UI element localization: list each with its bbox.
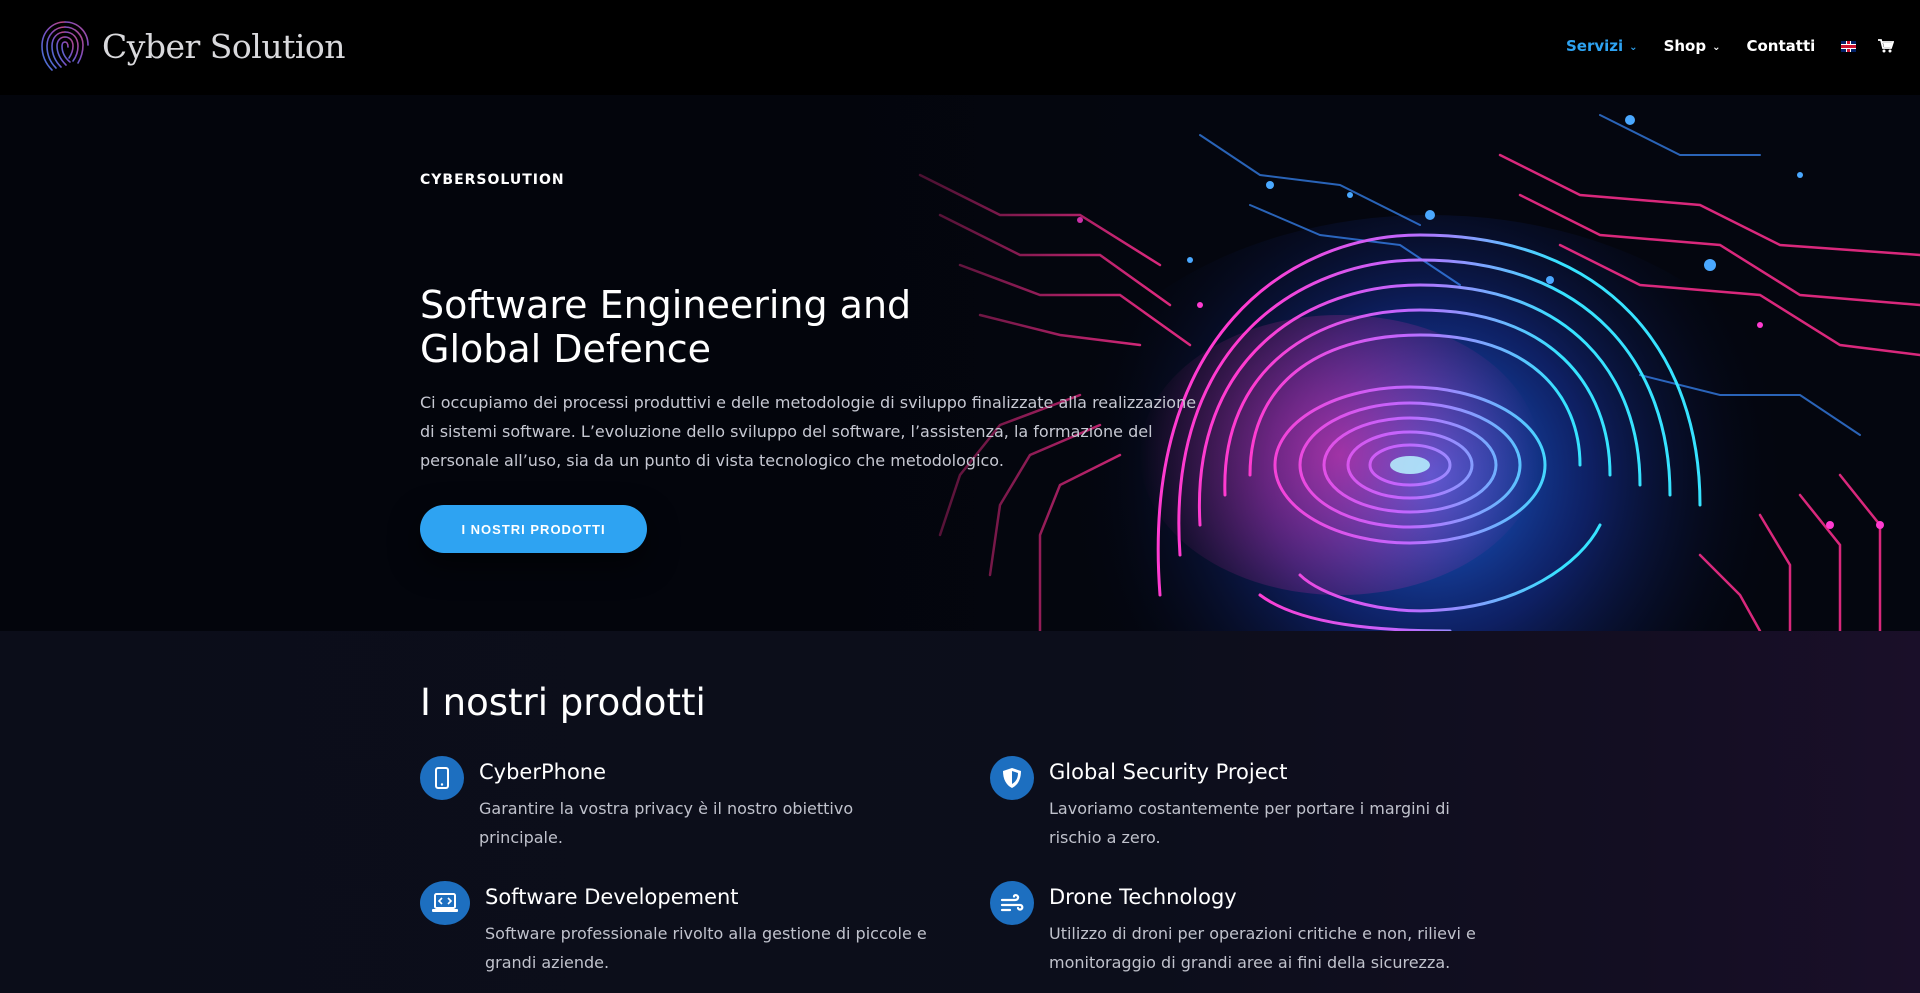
- laptop-code-icon: [420, 881, 470, 925]
- hero-section: CYBERSOLUTION Software Engineering and G…: [0, 95, 1920, 631]
- card-body: Drone Technology Utilizzo di droni per o…: [1049, 881, 1499, 977]
- nav-item-servizi[interactable]: Servizi ⌄: [1566, 37, 1638, 55]
- product-card-software[interactable]: Software Developement Software professio…: [420, 881, 935, 977]
- hero-description: Ci occupiamo dei processi produttivi e d…: [420, 393, 1197, 470]
- card-text: Utilizzo di droni per operazioni critich…: [1049, 924, 1476, 972]
- hero-eyebrow: CYBERSOLUTION: [420, 172, 565, 188]
- hero-title: Software Engineering and Global Defence: [420, 283, 912, 371]
- chevron-down-icon: ⌄: [1712, 41, 1721, 53]
- nav-item-contatti[interactable]: Contatti: [1746, 37, 1815, 55]
- product-card-global-security[interactable]: Global Security Project Lavoriamo costan…: [990, 756, 1499, 852]
- brand-name: Cyber Solution: [102, 26, 346, 66]
- smartphone-icon: [420, 756, 464, 800]
- card-text: Lavoriamo costantemente per portare i ma…: [1049, 799, 1450, 847]
- wind-icon: [990, 881, 1034, 925]
- card-title: Software Developement: [485, 885, 739, 909]
- cart-icon[interactable]: [1878, 39, 1895, 53]
- card-text: Software professionale rivolto alla gest…: [485, 924, 927, 972]
- site-header: Cyber Solution Servizi ⌄ Shop ⌄ Contatti: [0, 0, 1920, 95]
- nav-item-label: Shop: [1663, 37, 1707, 55]
- products-title: I nostri prodotti: [420, 681, 706, 724]
- nav-item-label: Contatti: [1746, 37, 1816, 55]
- card-title: Global Security Project: [1049, 760, 1288, 784]
- nav-item-shop[interactable]: Shop ⌄: [1664, 37, 1721, 55]
- chevron-down-icon: ⌄: [1629, 41, 1638, 53]
- site-logo[interactable]: Cyber Solution: [36, 16, 346, 76]
- card-body: Global Security Project Lavoriamo costan…: [1049, 756, 1499, 852]
- nav-item-label: Servizi: [1566, 37, 1624, 55]
- products-section: I nostri prodotti CyberPhone Garantire l…: [0, 631, 1920, 993]
- shield-icon: [990, 756, 1034, 800]
- product-card-drone[interactable]: Drone Technology Utilizzo di droni per o…: [990, 881, 1499, 977]
- fingerprint-logo-icon: [41, 21, 89, 71]
- card-body: CyberPhone Garantire la vostra privacy è…: [479, 756, 929, 852]
- products-button[interactable]: I NOSTRI PRODOTTI: [420, 505, 647, 553]
- product-card-cyberphone[interactable]: CyberPhone Garantire la vostra privacy è…: [420, 756, 929, 852]
- uk-flag-icon[interactable]: [1841, 40, 1857, 52]
- card-title: Drone Technology: [1049, 885, 1237, 909]
- card-text: Garantire la vostra privacy è il nostro …: [479, 799, 854, 847]
- card-title: CyberPhone: [479, 760, 607, 784]
- card-body: Software Developement Software professio…: [485, 881, 935, 977]
- main-nav: Servizi ⌄ Shop ⌄ Contatti: [1566, 37, 1895, 55]
- fingerprint-circuit-image: [0, 95, 1920, 631]
